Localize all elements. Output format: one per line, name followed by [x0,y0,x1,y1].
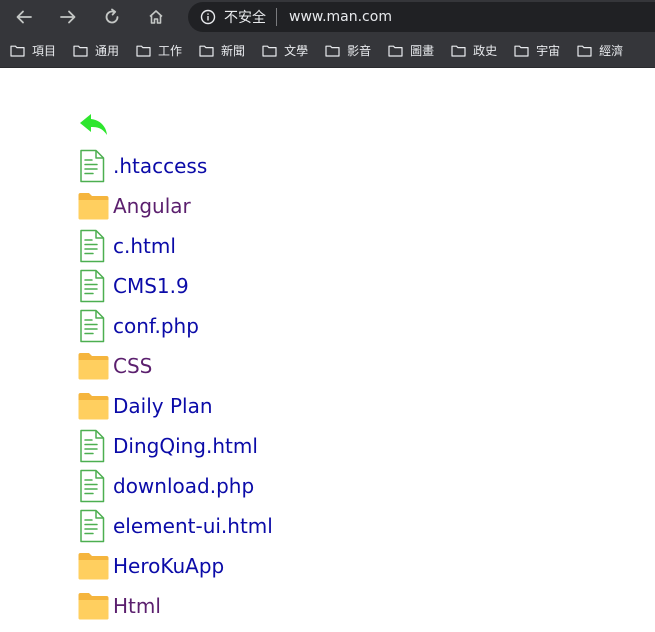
folder-icon [78,393,109,420]
bookmark-folder-icon [262,45,277,57]
folder-link[interactable]: Daily Plan [113,394,213,418]
omnibox-divider [276,8,277,26]
bookmark-folder-icon [199,45,214,57]
file-link[interactable]: download.php [113,474,254,498]
bookmark-label: 政史 [473,44,498,58]
bookmark-label: 圖畫 [410,44,435,58]
file-row: download.php [78,468,254,504]
folder-row: Angular [78,188,191,224]
address-bar[interactable]: 不安全 www.man.com [188,2,655,32]
file-icon-wrap [78,469,109,503]
bookmark-label: 文學 [284,44,309,58]
back-button[interactable] [8,3,40,31]
file-icon-wrap [78,509,109,543]
folder-icon-wrap [78,389,109,423]
bookmark-label: 新聞 [221,44,246,58]
file-link[interactable]: DingQing.html [113,434,258,458]
bookmark-item[interactable]: 工作 [126,38,189,64]
file-row: element-ui.html [78,508,273,544]
bookmark-item[interactable]: 宇宙 [504,38,567,64]
file-link[interactable]: c.html [113,234,176,258]
file-icon [80,269,105,303]
file-icon [80,469,105,503]
folder-row: CSS [78,348,152,384]
file-link[interactable]: CMS1.9 [113,274,189,298]
bookmark-item[interactable]: 文學 [252,38,315,64]
bookmark-label: 工作 [158,44,183,58]
folder-row: Html [78,588,161,624]
bookmark-folder-icon [136,45,151,57]
bookmark-label: 影音 [347,44,372,58]
reload-button[interactable] [96,3,128,31]
folder-link[interactable]: HeroKuApp [113,554,224,578]
bookmark-folder-icon [388,45,403,57]
folder-icon-wrap [78,549,109,583]
back-arrow-icon [80,114,107,135]
folder-link[interactable]: Angular [113,194,191,218]
browser-toolbar: 不安全 www.man.com [0,0,655,34]
file-row: c.html [78,228,176,264]
file-link[interactable]: .htaccess [113,154,207,178]
folder-link[interactable]: CSS [113,354,152,378]
folder-icon [78,593,109,620]
bookmark-label: 通用 [95,44,120,58]
file-row: DingQing.html [78,428,258,464]
forward-button[interactable] [52,3,84,31]
parent-directory-link[interactable] [78,108,110,140]
url-text[interactable]: www.man.com [289,9,392,25]
bookmark-label: 項目 [32,44,57,58]
home-button[interactable] [140,3,172,31]
file-icon [80,429,105,463]
folder-link[interactable]: Html [113,594,161,618]
file-icon [80,509,105,543]
bookmark-item[interactable]: 經濟 [567,38,630,64]
bookmark-folder-icon [514,45,529,57]
home-icon [149,10,163,24]
bookmark-item[interactable]: 影音 [315,38,378,64]
file-icon-wrap [78,149,109,183]
file-icon-wrap [78,269,109,303]
bookmark-item[interactable]: 圖畫 [378,38,441,64]
folder-row: HeroKuApp [78,548,224,584]
info-icon[interactable] [200,9,216,25]
arrow-left-icon [16,10,32,24]
bookmark-folder-icon [325,45,340,57]
bookmark-folder-icon [73,45,88,57]
folder-icon [78,193,109,220]
folder-icon-wrap [78,189,109,223]
folder-icon-wrap [78,589,109,623]
bookmark-item[interactable]: 政史 [441,38,504,64]
bookmark-item[interactable]: 項目 [0,38,63,64]
bookmark-folder-icon [451,45,466,57]
file-link[interactable]: conf.php [113,314,199,338]
file-row: conf.php [78,308,199,344]
file-link[interactable]: element-ui.html [113,514,273,538]
folder-row: Daily Plan [78,388,213,424]
file-icon [80,309,105,343]
bookmark-item[interactable]: 新聞 [189,38,252,64]
file-icon [80,149,105,183]
bookmark-folder-icon [577,45,592,57]
bookmark-label: 宇宙 [536,44,561,58]
file-icon [80,229,105,263]
file-icon-wrap [78,229,109,263]
file-icon-wrap [78,429,109,463]
file-row: .htaccess [78,148,207,184]
file-row: CMS1.9 [78,268,189,304]
bookmark-item[interactable]: 通用 [63,38,126,64]
bookmark-label: 經濟 [599,44,624,58]
security-status[interactable]: 不安全 [224,7,266,27]
bookmark-folder-icon [10,45,25,57]
folder-icon-wrap [78,349,109,383]
arrow-right-icon [60,10,76,24]
reload-icon [105,8,119,24]
bookmarks-bar: 項目 通用 工作 新聞 文學 影音 圖畫 政史 宇宙 經濟 [0,34,655,68]
folder-icon [78,353,109,380]
folder-icon [78,553,109,580]
file-icon-wrap [78,309,109,343]
